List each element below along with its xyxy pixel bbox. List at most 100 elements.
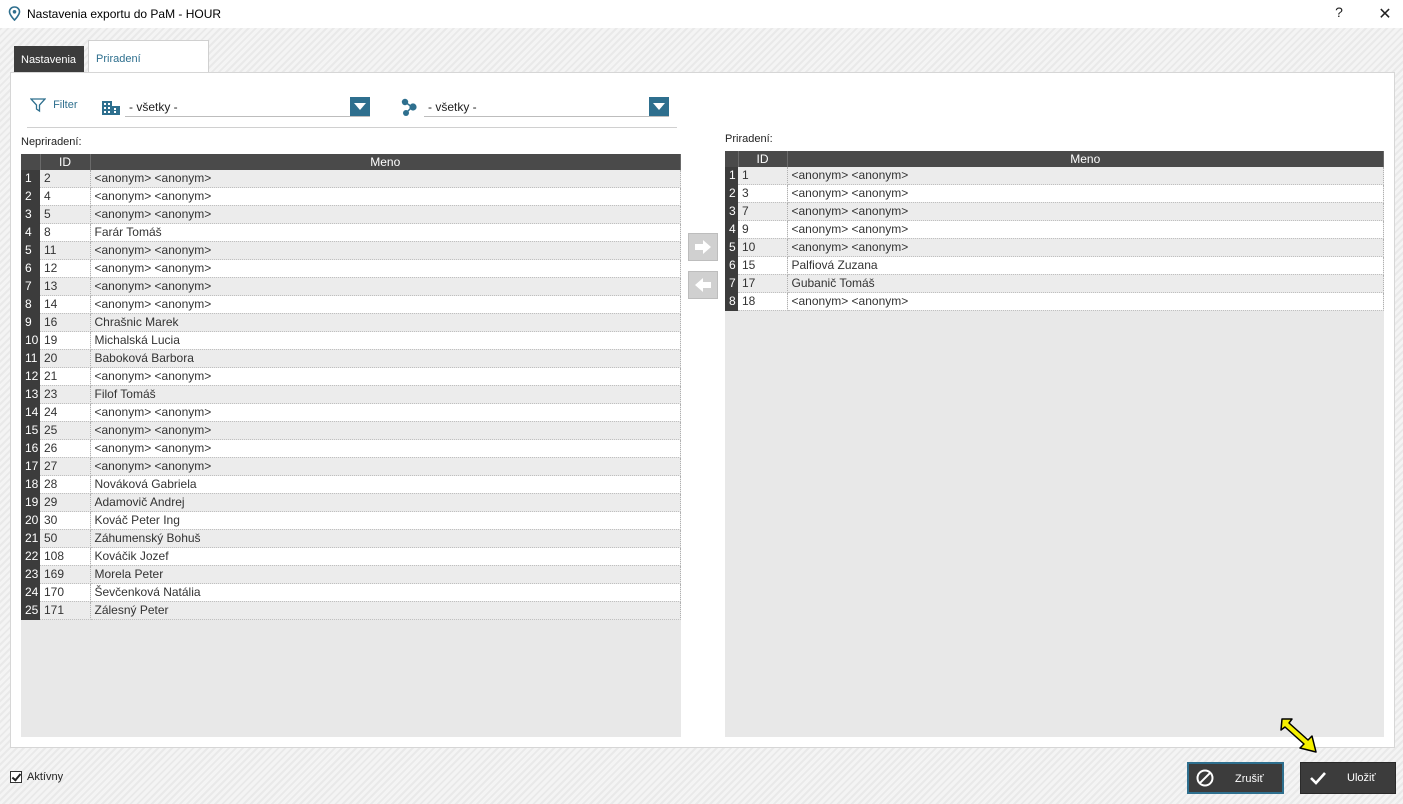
tab-nastavenia[interactable]: Nastavenia — [14, 46, 84, 72]
table-row[interactable]: 2 3 <anonym> <anonym> — [725, 184, 1384, 203]
table-row[interactable]: 8 18 <anonym> <anonym> — [725, 292, 1384, 311]
help-button[interactable]: ? — [1330, 4, 1348, 24]
move-left-button[interactable] — [688, 271, 718, 299]
row-number-cell: 6 — [21, 259, 40, 278]
name-cell: <anonym> <anonym> — [90, 187, 681, 206]
id-cell: 4 — [40, 187, 91, 206]
table-row[interactable]: 3 5 <anonym> <anonym> — [21, 205, 681, 224]
table-row[interactable]: 7 17 Gubanič Tomáš — [725, 274, 1384, 293]
table-row[interactable]: 7 13 <anonym> <anonym> — [21, 277, 681, 296]
table-row[interactable]: 5 11 <anonym> <anonym> — [21, 241, 681, 260]
table-row[interactable]: 10 19 Michalská Lucia — [21, 331, 681, 350]
id-cell: 11 — [40, 241, 91, 260]
cancel-button[interactable]: Zrušiť — [1187, 762, 1284, 794]
table-row[interactable]: 4 8 Farár Tomáš — [21, 223, 681, 242]
assigned-grid[interactable]: ID Meno 1 1 <anonym> <anonym> 2 3 <anonym> <a… — [725, 151, 1384, 737]
name-cell: Palfiová Zuzana — [787, 256, 1384, 275]
name-cell: Adamovič Andrej — [90, 493, 681, 512]
table-row[interactable]: 11 20 Baboková Barbora — [21, 349, 681, 368]
row-number-cell: 12 — [21, 367, 40, 386]
id-cell: 9 — [738, 220, 788, 239]
row-number-cell: 17 — [21, 457, 40, 476]
table-row[interactable]: 24 170 Ševčenková Natália — [21, 583, 681, 602]
active-label: Aktívny — [27, 771, 64, 783]
table-row[interactable]: 16 26 <anonym> <anonym> — [21, 439, 681, 458]
column-header-id[interactable]: ID — [738, 151, 788, 167]
row-number-cell: 4 — [21, 223, 40, 242]
name-cell: Kováč Peter Ing — [90, 511, 681, 530]
row-number-cell: 11 — [21, 349, 40, 368]
table-row[interactable]: 17 27 <anonym> <anonym> — [21, 457, 681, 476]
id-cell: 7 — [738, 202, 788, 221]
column-header-id[interactable]: ID — [40, 154, 91, 170]
unassigned-grid[interactable]: ID Meno 1 2 <anonym> <anonym> 2 4 <anonym> <a… — [21, 154, 681, 737]
name-cell: <anonym> <anonym> — [787, 184, 1384, 203]
column-header-meno[interactable]: Meno — [787, 151, 1384, 167]
table-row[interactable]: 13 23 Filof Tomáš — [21, 385, 681, 404]
table-row[interactable]: 1 2 <anonym> <anonym> — [21, 170, 681, 188]
table-header: ID Meno — [21, 154, 681, 170]
id-cell: 27 — [40, 457, 91, 476]
row-number-cell: 24 — [21, 583, 40, 602]
row-number-cell: 14 — [21, 403, 40, 422]
table-row[interactable]: 21 50 Záhumenský Bohuš — [21, 529, 681, 548]
id-cell: 15 — [738, 256, 788, 275]
id-cell: 13 — [40, 277, 91, 296]
row-number-cell: 5 — [725, 238, 738, 257]
title-bar: Nastavenia exportu do PaM - HOUR ? ✕ — [0, 0, 1403, 28]
table-row[interactable]: 2 4 <anonym> <anonym> — [21, 187, 681, 206]
table-row[interactable]: 8 14 <anonym> <anonym> — [21, 295, 681, 314]
row-number-cell: 25 — [21, 601, 40, 620]
id-cell: 8 — [40, 223, 91, 242]
table-row[interactable]: 19 29 Adamovič Andrej — [21, 493, 681, 512]
tab-priradeni-zamestnanci[interactable]: Priradení zamestnanci — [88, 40, 209, 101]
chevron-down-icon[interactable] — [649, 97, 669, 116]
table-row[interactable]: 5 10 <anonym> <anonym> — [725, 238, 1384, 257]
row-number-header — [725, 151, 739, 167]
id-cell: 20 — [40, 349, 91, 368]
table-row[interactable]: 20 30 Kováč Peter Ing — [21, 511, 681, 530]
name-cell: Michalská Lucia — [90, 331, 681, 350]
id-cell: 21 — [40, 367, 91, 386]
table-row[interactable]: 9 16 Chrašnic Marek — [21, 313, 681, 332]
divider — [27, 127, 677, 128]
organization-select-value: - všetky - — [129, 100, 178, 114]
table-row[interactable]: 1 1 <anonym> <anonym> — [725, 167, 1384, 185]
row-number-cell: 13 — [21, 385, 40, 404]
close-button[interactable]: ✕ — [1375, 4, 1395, 24]
id-cell: 169 — [40, 565, 91, 584]
table-row[interactable]: 25 171 Zálesný Peter — [21, 601, 681, 620]
table-row[interactable]: 12 21 <anonym> <anonym> — [21, 367, 681, 386]
table-row[interactable]: 6 12 <anonym> <anonym> — [21, 259, 681, 278]
id-cell: 108 — [40, 547, 91, 566]
id-cell: 5 — [40, 205, 91, 224]
name-cell: <anonym> <anonym> — [90, 439, 681, 458]
filter-button[interactable]: Filter — [29, 97, 78, 115]
table-row[interactable]: 23 169 Morela Peter — [21, 565, 681, 584]
row-number-cell: 2 — [21, 187, 40, 206]
table-row[interactable]: 22 108 Kováčik Jozef — [21, 547, 681, 566]
group-select[interactable]: - všetky - — [424, 97, 669, 117]
id-cell: 23 — [40, 385, 91, 404]
table-row[interactable]: 15 25 <anonym> <anonym> — [21, 421, 681, 440]
table-row[interactable]: 4 9 <anonym> <anonym> — [725, 220, 1384, 239]
move-right-button[interactable] — [688, 233, 718, 261]
save-button[interactable]: Uložiť — [1300, 762, 1396, 794]
id-cell: 50 — [40, 529, 91, 548]
table-row[interactable]: 3 7 <anonym> <anonym> — [725, 202, 1384, 221]
name-cell: <anonym> <anonym> — [787, 220, 1384, 239]
chevron-down-icon[interactable] — [350, 97, 370, 116]
table-row[interactable]: 18 28 Nováková Gabriela — [21, 475, 681, 494]
table-row[interactable]: 6 15 Palfiová Zuzana — [725, 256, 1384, 275]
table-row[interactable]: 14 24 <anonym> <anonym> — [21, 403, 681, 422]
organization-select[interactable]: - všetky - — [125, 97, 370, 117]
active-checkbox[interactable] — [10, 771, 22, 783]
id-cell: 1 — [738, 167, 788, 185]
name-cell: <anonym> <anonym> — [90, 205, 681, 224]
id-cell: 26 — [40, 439, 91, 458]
location-pin-icon — [8, 6, 21, 21]
row-number-cell: 10 — [21, 331, 40, 350]
column-header-meno[interactable]: Meno — [90, 154, 681, 170]
cancel-icon — [1196, 769, 1214, 787]
row-number-cell: 18 — [21, 475, 40, 494]
